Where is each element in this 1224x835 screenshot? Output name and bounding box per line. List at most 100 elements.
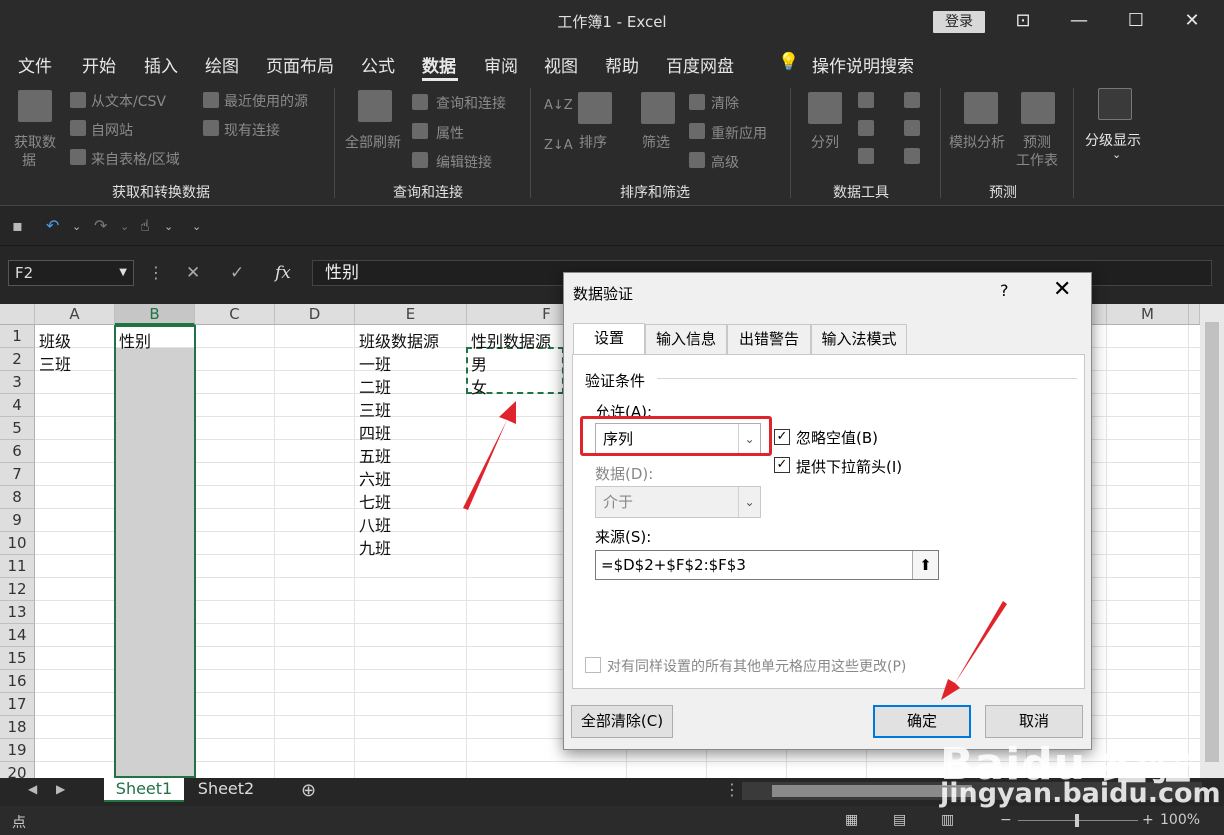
queries-connections-button[interactable]: 查询和连接 (436, 93, 506, 113)
cell-e4[interactable]: 三班 (359, 397, 391, 421)
redo-dropdown-icon[interactable]: ⌄ (120, 220, 129, 233)
sort-button[interactable]: 排序 (579, 132, 607, 152)
outline-button[interactable]: 分级显示 (1085, 130, 1141, 150)
relationships-icon[interactable] (904, 120, 920, 136)
row-header-20[interactable]: 20 (0, 762, 35, 778)
cell-e5[interactable]: 四班 (359, 420, 391, 444)
cell-f3[interactable]: 女 (471, 374, 487, 398)
maximize-icon[interactable]: ☐ (1108, 0, 1164, 42)
in-cell-dropdown-checkbox[interactable]: ✓ (774, 457, 790, 473)
row-header-1[interactable]: 1 (0, 325, 35, 348)
insert-function-icon[interactable]: fx (275, 263, 291, 283)
vertical-scrollbar[interactable] (1200, 304, 1224, 778)
in-cell-dropdown-label[interactable]: 提供下拉箭头(I) (796, 456, 902, 477)
cell-e1[interactable]: 班级数据源 (359, 328, 439, 352)
row-header-3[interactable]: 3 (0, 371, 35, 394)
more-icon[interactable]: ⋮ (148, 263, 164, 282)
data-select[interactable]: 介于 ⌄ (595, 486, 761, 518)
col-header-c[interactable]: C (195, 304, 275, 325)
row-header-9[interactable]: 9 (0, 509, 35, 532)
col-header-n[interactable] (1189, 304, 1200, 325)
cell-e3[interactable]: 二班 (359, 374, 391, 398)
from-web-button[interactable]: 自网站 (91, 120, 133, 140)
sort-descending-icon[interactable]: Z↓A (544, 138, 573, 153)
zoom-out-icon[interactable]: − (1000, 812, 1012, 828)
row-header-5[interactable]: 5 (0, 417, 35, 440)
vertical-scroll-thumb[interactable] (1205, 322, 1219, 762)
ignore-blank-label[interactable]: 忽略空值(B) (796, 427, 878, 448)
cancel-entry-icon[interactable]: ✕ (186, 263, 200, 283)
normal-view-icon[interactable]: ▦ (845, 812, 858, 828)
cell-e9[interactable]: 八班 (359, 512, 391, 536)
row-header-16[interactable]: 16 (0, 670, 35, 693)
cell-e2[interactable]: 一班 (359, 351, 391, 375)
clear-all-button[interactable]: 全部清除(C) (571, 705, 673, 738)
col-header-a[interactable]: A (35, 304, 115, 325)
cell-f2[interactable]: 男 (471, 351, 487, 375)
sort-ascending-icon[interactable]: A↓Z (544, 98, 573, 113)
sheet-tab-sheet1[interactable]: Sheet1 (104, 778, 184, 802)
properties-button[interactable]: 属性 (436, 123, 464, 143)
tab-draw[interactable]: 绘图 (205, 52, 239, 77)
cell-e7[interactable]: 六班 (359, 466, 391, 490)
zoom-in-icon[interactable]: + (1142, 812, 1154, 828)
cell-a2[interactable]: 三班 (39, 351, 71, 375)
tell-me-search[interactable]: 操作说明搜索 (812, 52, 914, 77)
row-header-7[interactable]: 7 (0, 463, 35, 486)
close-icon[interactable]: ✕ (1053, 277, 1071, 302)
row-header-14[interactable]: 14 (0, 624, 35, 647)
from-table-button[interactable]: 来自表格/区域 (91, 149, 180, 169)
source-input[interactable]: =$D$2+$F$2:$F$3 ⬆ (595, 550, 939, 580)
get-data-button-line1[interactable]: 获取数 (14, 132, 56, 152)
redo-icon[interactable]: ↷ (94, 216, 107, 235)
sheet-tab-sheet2[interactable]: Sheet2 (190, 778, 262, 802)
forecast-sheet-line2[interactable]: 工作表 (1016, 150, 1058, 170)
name-box[interactable]: F2 ▼ (8, 260, 134, 286)
cell-f1[interactable]: 性别数据源 (471, 328, 551, 352)
row-header-13[interactable]: 13 (0, 601, 35, 624)
what-if-button[interactable]: 模拟分析 (949, 132, 1005, 152)
cell-e6[interactable]: 五班 (359, 443, 391, 467)
flash-fill-icon[interactable] (858, 92, 874, 108)
data-model-icon[interactable] (904, 148, 920, 164)
chevron-down-icon[interactable]: ⌄ (738, 487, 760, 517)
page-break-view-icon[interactable]: ▥ (941, 812, 954, 828)
edit-links-button[interactable]: 编辑链接 (436, 152, 492, 172)
select-all-corner[interactable] (0, 304, 35, 325)
tab-formulas[interactable]: 公式 (361, 52, 395, 77)
apply-all-label[interactable]: 对有同样设置的所有其他单元格应用这些更改(P) (607, 656, 906, 676)
tab-data[interactable]: 数据 (422, 52, 456, 77)
login-button[interactable]: 登录 (933, 11, 985, 33)
row-header-6[interactable]: 6 (0, 440, 35, 463)
consolidate-icon[interactable] (904, 92, 920, 108)
touch-dropdown-icon[interactable]: ⌄ (164, 220, 173, 233)
tab-input-message[interactable]: 输入信息 (645, 324, 727, 354)
zoom-slider-thumb[interactable] (1075, 814, 1079, 827)
col-header-m[interactable]: M (1107, 304, 1189, 325)
reapply-button[interactable]: 重新应用 (711, 123, 767, 143)
remove-duplicates-icon[interactable] (858, 120, 874, 136)
forecast-sheet-line1[interactable]: 预测 (1023, 132, 1051, 152)
tab-settings[interactable]: 设置 (573, 323, 645, 355)
row-header-12[interactable]: 12 (0, 578, 35, 601)
split-handle-icon[interactable]: ⋮ (724, 780, 740, 799)
tab-review[interactable]: 审阅 (484, 52, 518, 77)
existing-connections-button[interactable]: 现有连接 (224, 120, 280, 140)
row-header-11[interactable]: 11 (0, 555, 35, 578)
cell-e8[interactable]: 七班 (359, 489, 391, 513)
customize-qat-icon[interactable]: ⌄ (192, 220, 201, 233)
zoom-level[interactable]: 100% (1160, 812, 1200, 828)
prev-sheet-icon[interactable]: ◀ (28, 782, 37, 796)
cell-b1[interactable]: 性别 (119, 328, 151, 352)
tab-view[interactable]: 视图 (544, 52, 578, 77)
text-to-columns-button[interactable]: 分列 (811, 132, 839, 152)
confirm-entry-icon[interactable]: ✓ (230, 263, 244, 283)
row-header-8[interactable]: 8 (0, 486, 35, 509)
recent-sources-button[interactable]: 最近使用的源 (224, 91, 308, 111)
row-header-18[interactable]: 18 (0, 716, 35, 739)
refresh-all-button[interactable]: 全部刷新 (345, 132, 401, 152)
ignore-blank-checkbox[interactable]: ✓ (774, 429, 790, 445)
touch-mode-icon[interactable]: ☝ (140, 216, 150, 235)
col-header-b[interactable]: B (115, 304, 195, 325)
tab-insert[interactable]: 插入 (144, 52, 178, 77)
